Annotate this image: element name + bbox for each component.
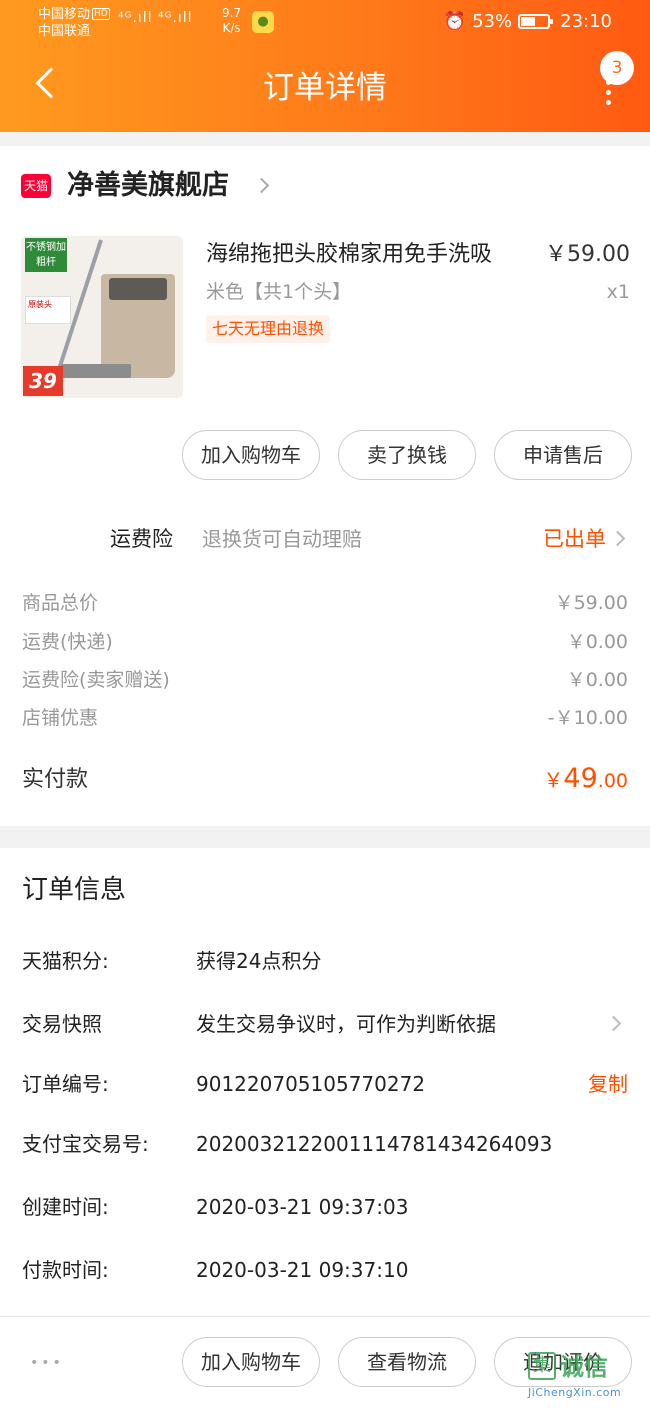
- paid-integer: 49: [563, 763, 598, 794]
- fee-row: 店铺优惠 -￥10.00: [22, 703, 628, 733]
- snapshot-label[interactable]: 交易快照: [22, 1009, 102, 1039]
- product-title[interactable]: 海绵拖把头胶棉家用免手洗吸: [206, 240, 492, 270]
- insurance-chevron-right-icon[interactable]: [609, 530, 626, 547]
- tmall-logo-icon: 天猫: [21, 174, 51, 198]
- carrier-info: 中国移动 HD 中国联通: [38, 6, 110, 40]
- fee-value: ￥0.00: [566, 669, 628, 691]
- app-header: 中国移动 HD 中国联通 ⁴ᴳ.ıll ⁴ᴳ.ıll 9.7 K/s ● ⏰ 53…: [0, 0, 650, 132]
- paid-decimal: .00: [597, 770, 628, 792]
- more-menu-icon[interactable]: [606, 80, 612, 110]
- fee-row: 运费险(卖家赠送) ￥0.00: [22, 665, 628, 695]
- product-image-price: 39: [23, 366, 63, 396]
- resell-button[interactable]: 卖了换钱: [338, 430, 476, 480]
- battery-icon: [518, 14, 554, 29]
- order-info-card: 订单信息 天猫积分: 获得24点积分 交易快照 发生交易争议时，可作为判断依据 …: [0, 848, 650, 1318]
- copy-order-number-button[interactable]: 复制: [588, 1069, 628, 1099]
- shipping-insurance-status[interactable]: 已出单: [543, 524, 606, 554]
- paid-amount-label: 实付款: [22, 767, 89, 792]
- paid-currency: ￥: [543, 768, 564, 792]
- mop-head-illustration: [61, 364, 131, 378]
- fee-label: 商品总价: [22, 592, 99, 614]
- fee-label: 运费(快递): [22, 631, 113, 653]
- return-policy-tag: 七天无理由退换: [206, 315, 331, 343]
- watermark-text: 诚信: [560, 1353, 608, 1381]
- shipping-insurance-label: 运费险: [110, 527, 173, 551]
- points-value: 获得24点积分: [196, 949, 322, 973]
- hd-icon: HD: [92, 8, 110, 20]
- product-quantity: x1: [606, 281, 630, 303]
- alipay-number-value: 2020032122001114781434264093: [196, 1132, 553, 1156]
- snapshot-chevron-right-icon[interactable]: [605, 1015, 622, 1032]
- carrier-1: 中国移动: [38, 7, 91, 22]
- order-number-label: 订单编号:: [22, 1072, 109, 1096]
- bottom-add-to-cart-button[interactable]: 加入购物车: [182, 1337, 320, 1387]
- order-number-value: 901220705105770272: [196, 1072, 426, 1096]
- paid-amount: ￥49.00: [543, 760, 628, 801]
- fee-label: 店铺优惠: [22, 707, 99, 729]
- carrier-2: 中国联通: [38, 24, 91, 39]
- snapshot-value[interactable]: 发生交易争议时，可作为判断依据: [196, 1009, 496, 1039]
- status-right: ⏰ 53% 23:10: [444, 11, 612, 32]
- product-image-badge: 不锈钢加粗杆: [25, 238, 67, 272]
- payment-time-value: 2020-03-21 09:37:10: [196, 1258, 409, 1282]
- product-sku: 米色【共1个头】: [206, 281, 352, 303]
- shipping-insurance-desc: 退换货可自动理赔: [202, 527, 362, 551]
- fee-row: 商品总价 ￥59.00: [22, 588, 628, 618]
- fee-label: 运费险(卖家赠送): [22, 669, 170, 691]
- product-image[interactable]: 不锈钢加粗杆 原装头 39: [21, 236, 183, 398]
- site-watermark: 集 诚信 JiChengXin.com: [528, 1352, 644, 1404]
- points-label: 天猫积分:: [22, 949, 109, 973]
- view-logistics-button[interactable]: 查看物流: [338, 1337, 476, 1387]
- page-title: 订单详情: [263, 70, 387, 106]
- signal-icon: ⁴ᴳ.ıll ⁴ᴳ.ıll: [118, 10, 193, 26]
- more-actions-icon[interactable]: •••: [30, 1355, 64, 1371]
- add-to-cart-button[interactable]: 加入购物车: [182, 430, 320, 480]
- message-badge[interactable]: 3: [600, 51, 634, 85]
- store-name[interactable]: 净善美旗舰店: [67, 168, 229, 204]
- order-info-title: 订单信息: [22, 875, 127, 905]
- created-time-label: 创建时间:: [22, 1195, 109, 1219]
- product-price: ￥59.00: [545, 242, 630, 267]
- network-speed: 9.7 K/s: [222, 6, 241, 36]
- battery-level: [521, 17, 535, 26]
- mop-bucket-illustration: [101, 274, 175, 378]
- network-speed-unit: K/s: [222, 21, 241, 35]
- order-card: 天猫 净善美旗舰店 不锈钢加粗杆 原装头 39 海绵拖把头胶棉家用免手洗吸 米色…: [0, 146, 650, 826]
- app-notification-icon: ●: [252, 11, 274, 33]
- payment-time-label: 付款时间:: [22, 1258, 109, 1282]
- product-image-label: 原装头: [25, 296, 71, 324]
- fee-value: ￥0.00: [566, 631, 628, 653]
- watermark-mark: 集: [528, 1352, 556, 1380]
- alipay-number-label: 支付宝交易号:: [22, 1132, 149, 1156]
- after-sale-button[interactable]: 申请售后: [494, 430, 632, 480]
- fee-value: -￥10.00: [547, 707, 628, 729]
- battery-percent: 53%: [472, 11, 513, 32]
- network-speed-value: 9.7: [222, 6, 242, 20]
- fee-value: ￥59.00: [554, 592, 628, 614]
- clock: 23:10: [560, 11, 612, 32]
- store-chevron-right-icon[interactable]: [253, 177, 270, 194]
- alarm-icon: ⏰: [443, 11, 467, 32]
- watermark-url: JiChengXin.com: [528, 1386, 622, 1399]
- fee-row: 运费(快递) ￥0.00: [22, 627, 628, 657]
- created-time-value: 2020-03-21 09:37:03: [196, 1195, 409, 1219]
- status-bar: 中国移动 HD 中国联通 ⁴ᴳ.ıll ⁴ᴳ.ıll 9.7 K/s ● ⏰ 53…: [0, 0, 650, 44]
